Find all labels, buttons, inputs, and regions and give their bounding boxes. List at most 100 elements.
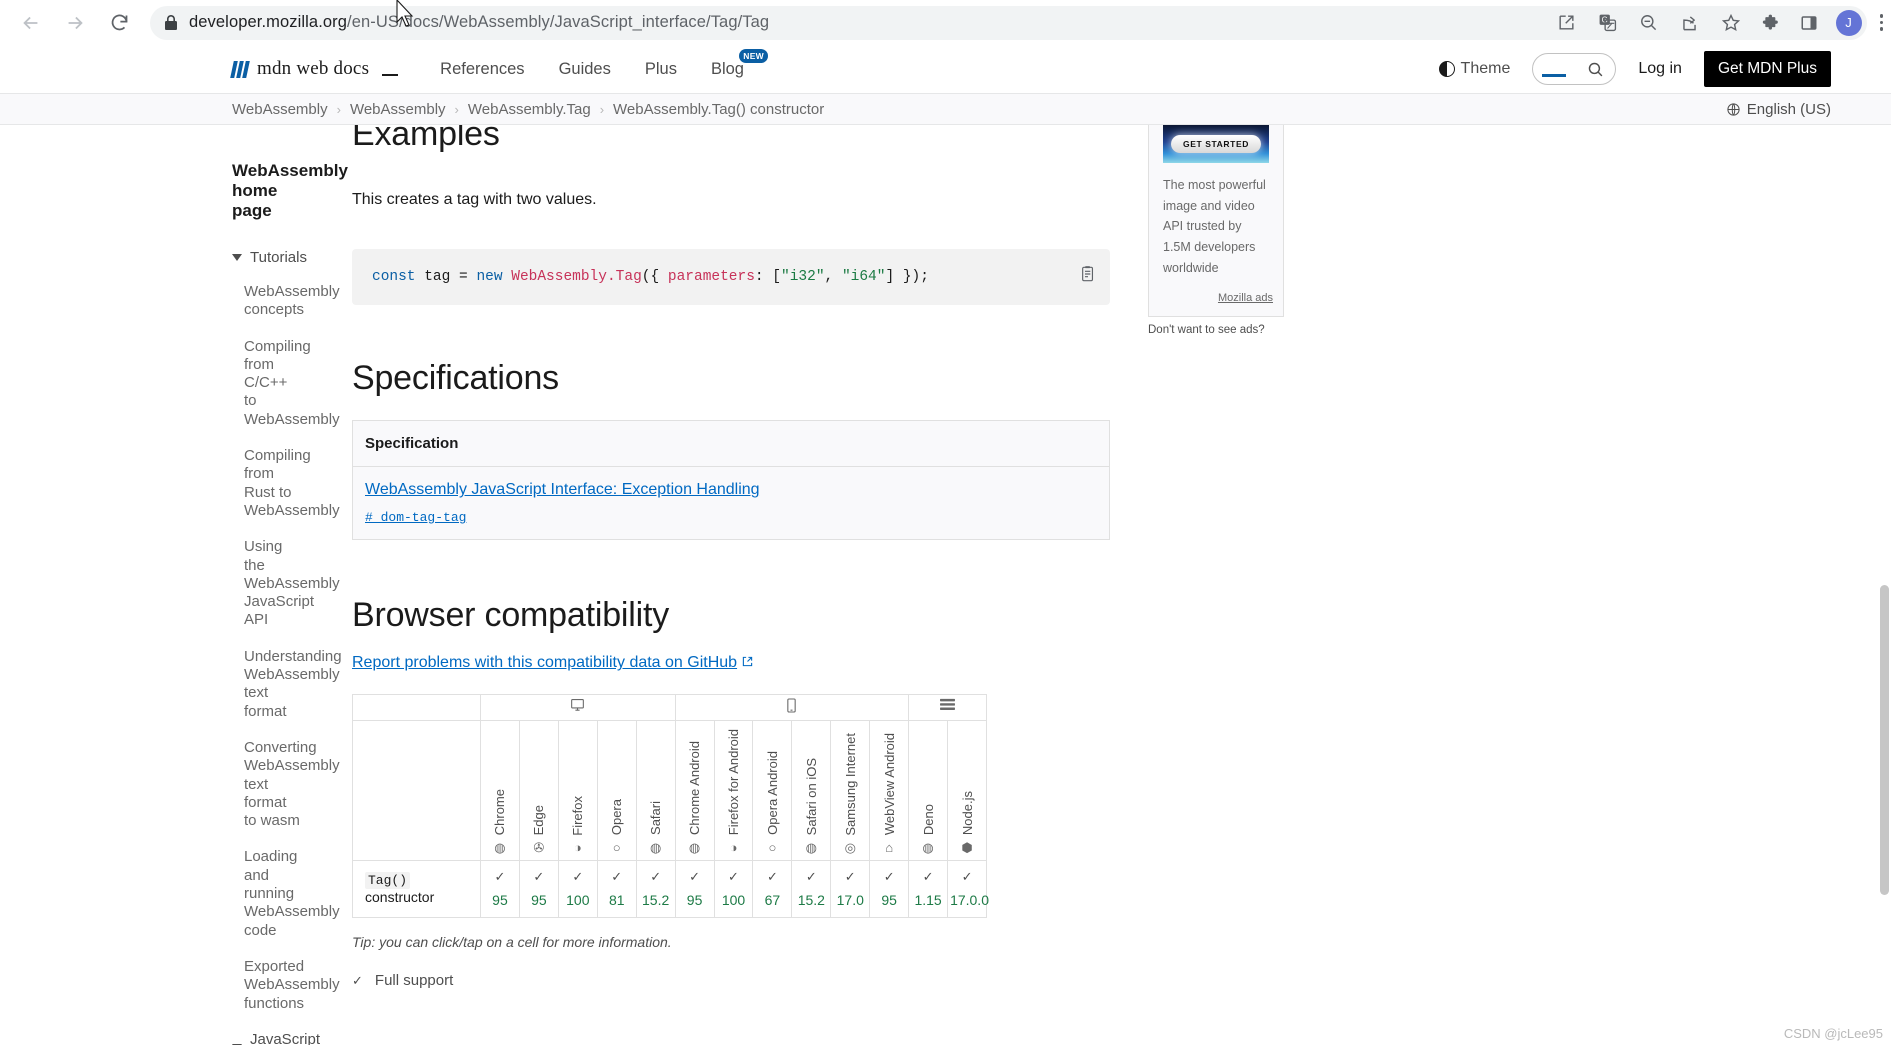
support-cell-samsung-internet[interactable]: ✓ 17.0 [830,860,871,919]
sidebar-item-compiling-c-cpp[interactable]: Compiling from C/C++ to WebAssembly [244,338,340,429]
sidebar-item-using-js-api[interactable]: Using the WebAssembly JavaScript API [244,538,340,629]
ad-cta-button[interactable]: GET STARTED [1171,135,1261,153]
sidebar-item-understanding-text-format[interactable]: Understanding WebAssembly text format [244,648,342,721]
sidebar-group-javascript-interface[interactable]: JavaScript interface [232,1031,320,1045]
zoom-out-icon[interactable] [1639,13,1658,32]
mdn-logo-underline [382,74,399,76]
support-check: ✓ [494,869,506,885]
support-cell-opera[interactable]: ✓ 81 [596,860,637,919]
sidebar-item-compiling-rust[interactable]: Compiling from Rust to WebAssembly [244,447,340,520]
reload-icon[interactable] [102,6,136,40]
browser-header-opera-android: Opera Android ○ [752,720,793,862]
firefox-icon: ◑ [573,840,582,856]
language-label: English (US) [1746,100,1831,118]
code-token-namespace: WebAssembly [502,269,607,285]
nodejs-icon: ⬢ [961,840,973,856]
sidebar-item-webassembly-concepts[interactable]: WebAssembly concepts [244,283,340,320]
browser-header-nodejs: Node.js ⬢ [947,720,987,862]
nav-item-plus[interactable]: Plus [645,60,677,79]
support-cell-opera-android[interactable]: ✓ 67 [752,860,793,919]
mozilla-ads-link[interactable]: Mozilla ads [1218,292,1273,304]
support-cell-deno[interactable]: ✓ 1.15 [908,860,949,919]
spec-anchor-link[interactable]: # dom-tag-tag [365,510,1097,525]
share-icon[interactable] [1680,13,1699,32]
open-in-new-icon[interactable] [1557,13,1576,32]
support-cell-nodejs[interactable]: ✓ 17.0.0 [947,860,989,919]
browser-name: Opera [609,799,625,836]
support-cell-safari[interactable]: ✓ 15.2 [635,860,676,919]
browser-header-webview-android: WebView Android ⌂ [869,720,910,862]
login-link[interactable]: Log in [1638,60,1682,78]
compatibility-tip: Tip: you can click/tap on a cell for mor… [352,934,672,951]
theme-switcher-button[interactable]: Theme [1438,60,1510,78]
report-problems-label: Report problems with this compatibility … [352,654,738,672]
support-cell-edge[interactable]: ✓ 95 [518,860,559,919]
mdn-logo[interactable]: mdn web docs [230,58,399,80]
support-check: ✓ [844,869,856,885]
code-token-property: parameters [667,269,755,285]
browser-name: Firefox [570,795,586,836]
url-host: developer.mozilla.org [189,13,348,31]
ad-container[interactable]: GET STARTED The most powerful image and … [1148,125,1284,318]
breadcrumb-item-2[interactable]: WebAssembly.Tag [468,101,591,118]
side-panel-icon[interactable] [1800,14,1818,32]
copy-to-clipboard-icon[interactable] [1080,265,1096,290]
safari-icon: ◍ [649,840,662,856]
support-check: ✓ [805,869,817,885]
nav-item-blog-label: Blog [710,59,744,78]
search-input[interactable] [1532,53,1617,85]
nav-item-blog[interactable]: Blog NEW [710,48,768,79]
article: Examples This creates a tag with two val… [330,125,1110,1044]
forward-arrow-icon[interactable] [58,6,92,40]
safari-icon: ◍ [805,840,817,856]
opera-icon: ○ [612,840,621,856]
bookmark-star-icon[interactable] [1721,13,1741,33]
support-check: ✓ [961,869,973,885]
nav-item-guides[interactable]: Guides [559,60,611,79]
kebab-menu-icon[interactable] [1879,14,1883,31]
support-cell-chrome[interactable]: ✓ 95 [480,860,520,919]
language-switcher[interactable]: English (US) [1726,101,1831,118]
extensions-puzzle-icon[interactable] [1762,13,1782,33]
browser-header-deno: Deno ◍ [908,720,949,862]
ad-optout-note[interactable]: Don't want to see ads? [1148,324,1358,336]
page-scrollbar[interactable] [1877,125,1891,1044]
support-cell-firefox[interactable]: ✓ 100 [557,860,598,919]
sidebar-item-loading-running-code[interactable]: Loading and running WebAssembly code [244,848,340,939]
samsung-internet-icon: ◎ [844,840,856,856]
browser-name: Chrome [492,789,508,836]
support-version: 17.0 [836,892,864,909]
browser-name: WebView Android [881,733,897,836]
support-cell-webview-android[interactable]: ✓ 95 [869,860,910,919]
report-problems-link[interactable]: Report problems with this compatibility … [352,654,753,672]
platform-mobile [674,694,910,722]
sidebar-item-exported-functions[interactable]: Exported WebAssembly functions [244,958,340,1013]
support-check: ✓ [650,869,662,885]
mdn-logo-text: mdn web docs [257,58,370,79]
spec-link[interactable]: WebAssembly JavaScript Interface: Except… [365,481,1097,499]
support-cell-safari-ios[interactable]: ✓ 15.2 [791,860,832,919]
scrollbar-thumb[interactable] [1880,585,1889,895]
breadcrumb-item-0[interactable]: WebAssembly [232,101,328,118]
avatar[interactable]: J [1835,9,1862,36]
code-token-close: ] }); [885,269,929,285]
edge-icon: ✇ [533,840,545,856]
compatibility-table[interactable]: Chrome ◍ Edge ✇ Firefox ◑ Opera ○ Safari… [352,694,989,919]
table-row[interactable]: Tag() constructor ✓ 95 ✓ 95 ✓ 100 ✓ 81 ✓… [352,860,989,919]
sidebar-item-converting-text-format[interactable]: Converting WebAssembly text format to wa… [244,739,340,830]
ad-image[interactable]: GET STARTED [1163,125,1269,163]
code-block[interactable]: const tag = new WebAssembly.Tag({ parame… [352,249,1110,306]
translate-icon[interactable]: G [1598,13,1617,32]
breadcrumb-item-1[interactable]: WebAssembly [350,101,446,118]
sidebar-group-tutorials[interactable]: Tutorials [232,249,307,266]
support-cell-chrome-android[interactable]: ✓ 95 [674,860,715,919]
support-version: 95 [686,892,703,909]
browser-header-chrome: Chrome ◍ [480,720,520,862]
back-arrow-icon[interactable] [14,6,48,40]
page-body: WebAssembly home page Tutorials WebAssem… [0,125,1891,1045]
support-cell-firefox-android[interactable]: ✓ 100 [713,860,754,919]
feature-code: Tag() [365,872,411,890]
spec-cell: WebAssembly JavaScript Interface: Except… [353,467,1110,540]
get-mdn-plus-button[interactable]: Get MDN Plus [1703,51,1831,87]
nav-item-references[interactable]: References [440,60,524,79]
